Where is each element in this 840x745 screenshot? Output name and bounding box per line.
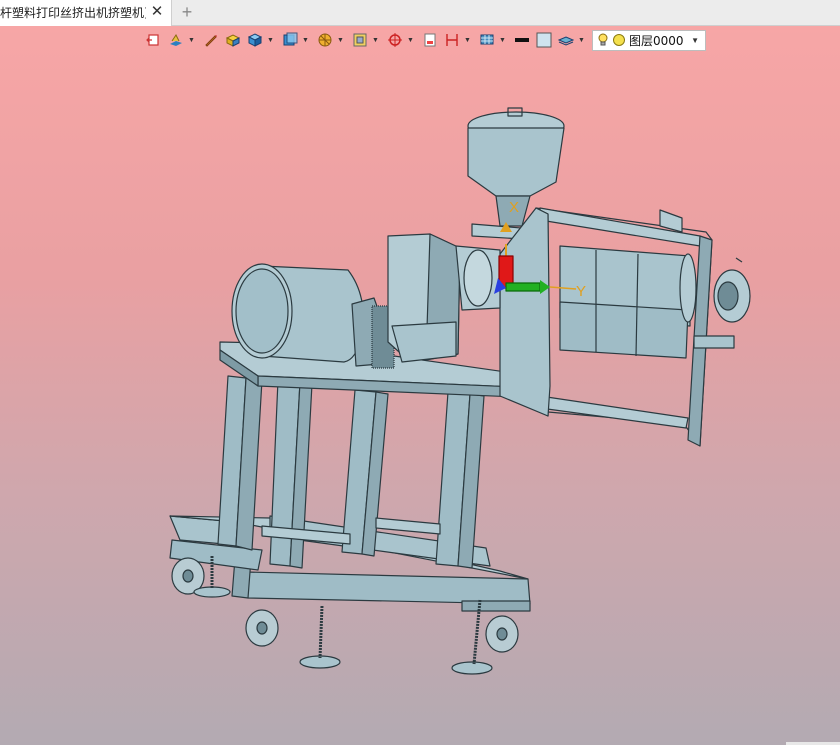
lightbulb-icon [598, 33, 608, 46]
cube-view-dropdown[interactable]: ▼ [301, 29, 310, 51]
section-icon[interactable] [419, 29, 441, 51]
sphere-icon[interactable] [314, 29, 336, 51]
color-swatch-icon[interactable] [533, 29, 555, 51]
dimension-icon[interactable] [441, 29, 463, 51]
render-mode-dropdown[interactable]: ▼ [187, 29, 196, 51]
grid-icon[interactable] [476, 29, 498, 51]
chevron-down-icon: ▼ [691, 35, 699, 45]
layer-label: 图层0000 [629, 33, 684, 48]
layer-color-dot [613, 34, 625, 46]
plus-icon[interactable]: + [178, 3, 196, 21]
pencil-icon[interactable] [200, 29, 222, 51]
cube-blue-icon[interactable] [244, 29, 266, 51]
cube-yellow-icon[interactable] [222, 29, 244, 51]
tab-bar: 杆塑料打印丝挤出机挤塑机] ✕ + [0, 0, 840, 26]
axis-y-label: Y [576, 283, 586, 300]
3d-viewport[interactable]: X Y ▼ ▼ ▼ ▼ ▼ ▼ ▼ ▼ ▼ 图层0000 ▼ [0, 26, 840, 745]
target-icon[interactable] [384, 29, 406, 51]
layer-stack-dropdown[interactable]: ▼ [577, 29, 586, 51]
layer-select[interactable]: 图层0000 ▼ [592, 29, 706, 51]
view-toolbar: ▼ ▼ ▼ ▼ ▼ ▼ ▼ ▼ ▼ 图层0000 ▼ [143, 28, 706, 52]
display-filter-dropdown[interactable]: ▼ [371, 29, 380, 51]
casters [171, 556, 519, 675]
axis-x-label: X [509, 199, 519, 216]
display-filter-icon[interactable] [349, 29, 371, 51]
document-tab[interactable]: 杆塑料打印丝挤出机挤塑机] ✕ [0, 0, 172, 26]
motor [231, 263, 395, 369]
layer-stack-icon[interactable] [555, 29, 577, 51]
gearbox [387, 233, 461, 363]
legs [217, 375, 485, 569]
line-weight-icon[interactable] [511, 29, 533, 51]
target-dropdown[interactable]: ▼ [406, 29, 415, 51]
cube-view-icon[interactable] [279, 29, 301, 51]
sphere-dropdown[interactable]: ▼ [336, 29, 345, 51]
heater-bands [559, 245, 697, 359]
grid-dropdown[interactable]: ▼ [498, 29, 507, 51]
render-mode-icon[interactable] [165, 29, 187, 51]
close-icon[interactable]: ✕ [149, 4, 165, 20]
cube-blue-dropdown[interactable]: ▼ [266, 29, 275, 51]
tab-title: 杆塑料打印丝挤出机挤塑机] [0, 6, 146, 20]
extruder-model: X Y [169, 107, 751, 675]
dimension-dropdown[interactable]: ▼ [463, 29, 472, 51]
view-orient-icon[interactable] [143, 29, 165, 51]
